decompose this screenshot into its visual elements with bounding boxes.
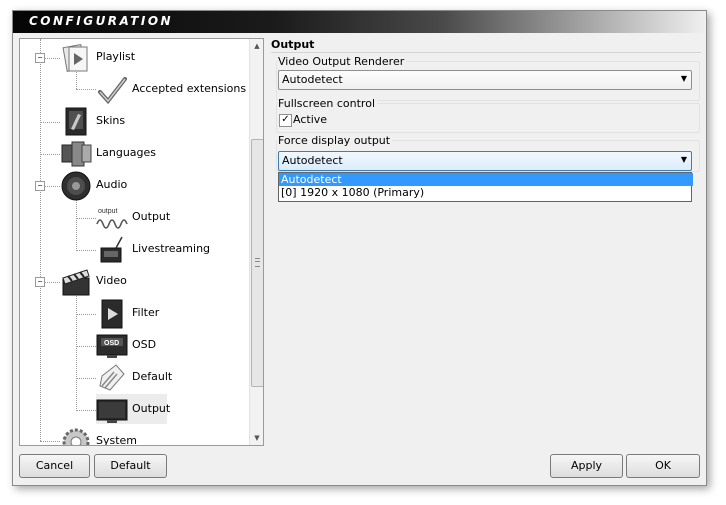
tree-connector bbox=[76, 378, 96, 379]
tree-connector bbox=[76, 346, 96, 347]
collapse-playlist-icon[interactable]: − bbox=[35, 53, 45, 63]
window-title: CONFIGURATION bbox=[29, 14, 174, 28]
tree-connector bbox=[40, 122, 60, 123]
force-display-value: Autodetect bbox=[282, 154, 343, 167]
chevron-down-icon: ▼ bbox=[680, 74, 687, 83]
tree-item-label: Playlist bbox=[96, 50, 136, 63]
video-output-icon bbox=[96, 394, 128, 426]
tree-connector bbox=[40, 39, 41, 441]
chevron-down-icon: ▼ bbox=[680, 155, 687, 164]
tree-item-label: Video bbox=[96, 274, 127, 287]
video-renderer-value: Autodetect bbox=[282, 73, 343, 86]
filter-icon bbox=[96, 298, 128, 330]
svg-text:OSD: OSD bbox=[104, 340, 119, 347]
tree-connector bbox=[76, 250, 96, 251]
scroll-down-icon[interactable]: ▼ bbox=[250, 431, 263, 445]
tree-connector bbox=[76, 218, 96, 219]
dropdown-option-autodetect[interactable]: Autodetect bbox=[279, 173, 693, 186]
grip-icon bbox=[255, 258, 260, 267]
livestreaming-icon bbox=[96, 234, 128, 266]
skins-icon bbox=[60, 106, 92, 138]
dropdown-option-primary-display[interactable]: [0] 1920 x 1080 (Primary) bbox=[279, 186, 693, 199]
tree-item-label: Output bbox=[132, 402, 171, 415]
tree-scrollbar[interactable]: ▲ ▼ bbox=[249, 39, 263, 445]
svg-text:output: output bbox=[98, 208, 118, 215]
tree-item-label: Skins bbox=[96, 114, 126, 127]
scroll-thumb[interactable] bbox=[251, 139, 263, 387]
checkmark-icon bbox=[96, 74, 128, 106]
force-display-label: Force display output bbox=[278, 134, 393, 147]
tree-item-label: Accepted extensions bbox=[132, 82, 247, 95]
tree-connector bbox=[76, 410, 96, 411]
gear-icon bbox=[60, 426, 92, 445]
speaker-icon bbox=[60, 170, 92, 202]
collapse-audio-icon[interactable]: − bbox=[35, 181, 45, 191]
fullscreen-label: Fullscreen control bbox=[278, 97, 378, 110]
video-renderer-label: Video Output Renderer bbox=[278, 55, 407, 68]
tree-connector bbox=[76, 293, 77, 411]
tree-item-label: Output bbox=[132, 210, 171, 223]
apply-button[interactable]: Apply bbox=[550, 454, 623, 478]
checkmark-icon: ✓ bbox=[281, 114, 290, 125]
tree-item-label: Filter bbox=[132, 306, 160, 319]
force-display-dropdown: Autodetect [0] 1920 x 1080 (Primary) bbox=[278, 172, 693, 202]
ok-button[interactable]: OK bbox=[626, 454, 700, 478]
title-bar[interactable]: CONFIGURATION bbox=[13, 11, 706, 33]
tree-item-label: Livestreaming bbox=[132, 242, 211, 255]
tree-connector bbox=[40, 441, 60, 442]
active-checkbox[interactable]: ✓ bbox=[279, 114, 292, 127]
configuration-window: CONFIGURATION − − − Playlist Accepted ex… bbox=[12, 10, 707, 486]
video-renderer-select[interactable]: Autodetect ▼ bbox=[278, 70, 692, 90]
active-checkbox-label[interactable]: Active bbox=[293, 113, 327, 126]
section-title: Output bbox=[271, 38, 701, 53]
tree-item-label: System bbox=[96, 434, 138, 446]
osd-icon: OSD bbox=[96, 330, 128, 362]
tree-item-label: OSD bbox=[132, 338, 157, 351]
tree-item-label: Audio bbox=[96, 178, 128, 191]
tree-connector bbox=[76, 197, 77, 251]
default-button[interactable]: Default bbox=[94, 454, 167, 478]
tree-item-label: Default bbox=[132, 370, 173, 383]
force-display-select[interactable]: Autodetect ▼ bbox=[278, 151, 692, 171]
clapperboard-icon bbox=[60, 266, 92, 298]
audio-output-icon: output bbox=[96, 202, 128, 234]
tree-connector bbox=[76, 314, 96, 315]
tree-item-label: Languages bbox=[96, 146, 157, 159]
cancel-button[interactable]: Cancel bbox=[19, 454, 90, 478]
playlist-icon bbox=[60, 42, 92, 74]
default-icon bbox=[96, 362, 128, 394]
settings-tree: − − − Playlist Accepted extensions Skins… bbox=[19, 38, 264, 446]
tree-connector bbox=[40, 154, 60, 155]
collapse-video-icon[interactable]: − bbox=[35, 277, 45, 287]
scroll-up-icon[interactable]: ▲ bbox=[250, 39, 263, 53]
languages-icon bbox=[60, 138, 92, 170]
tree-connector bbox=[76, 89, 96, 90]
